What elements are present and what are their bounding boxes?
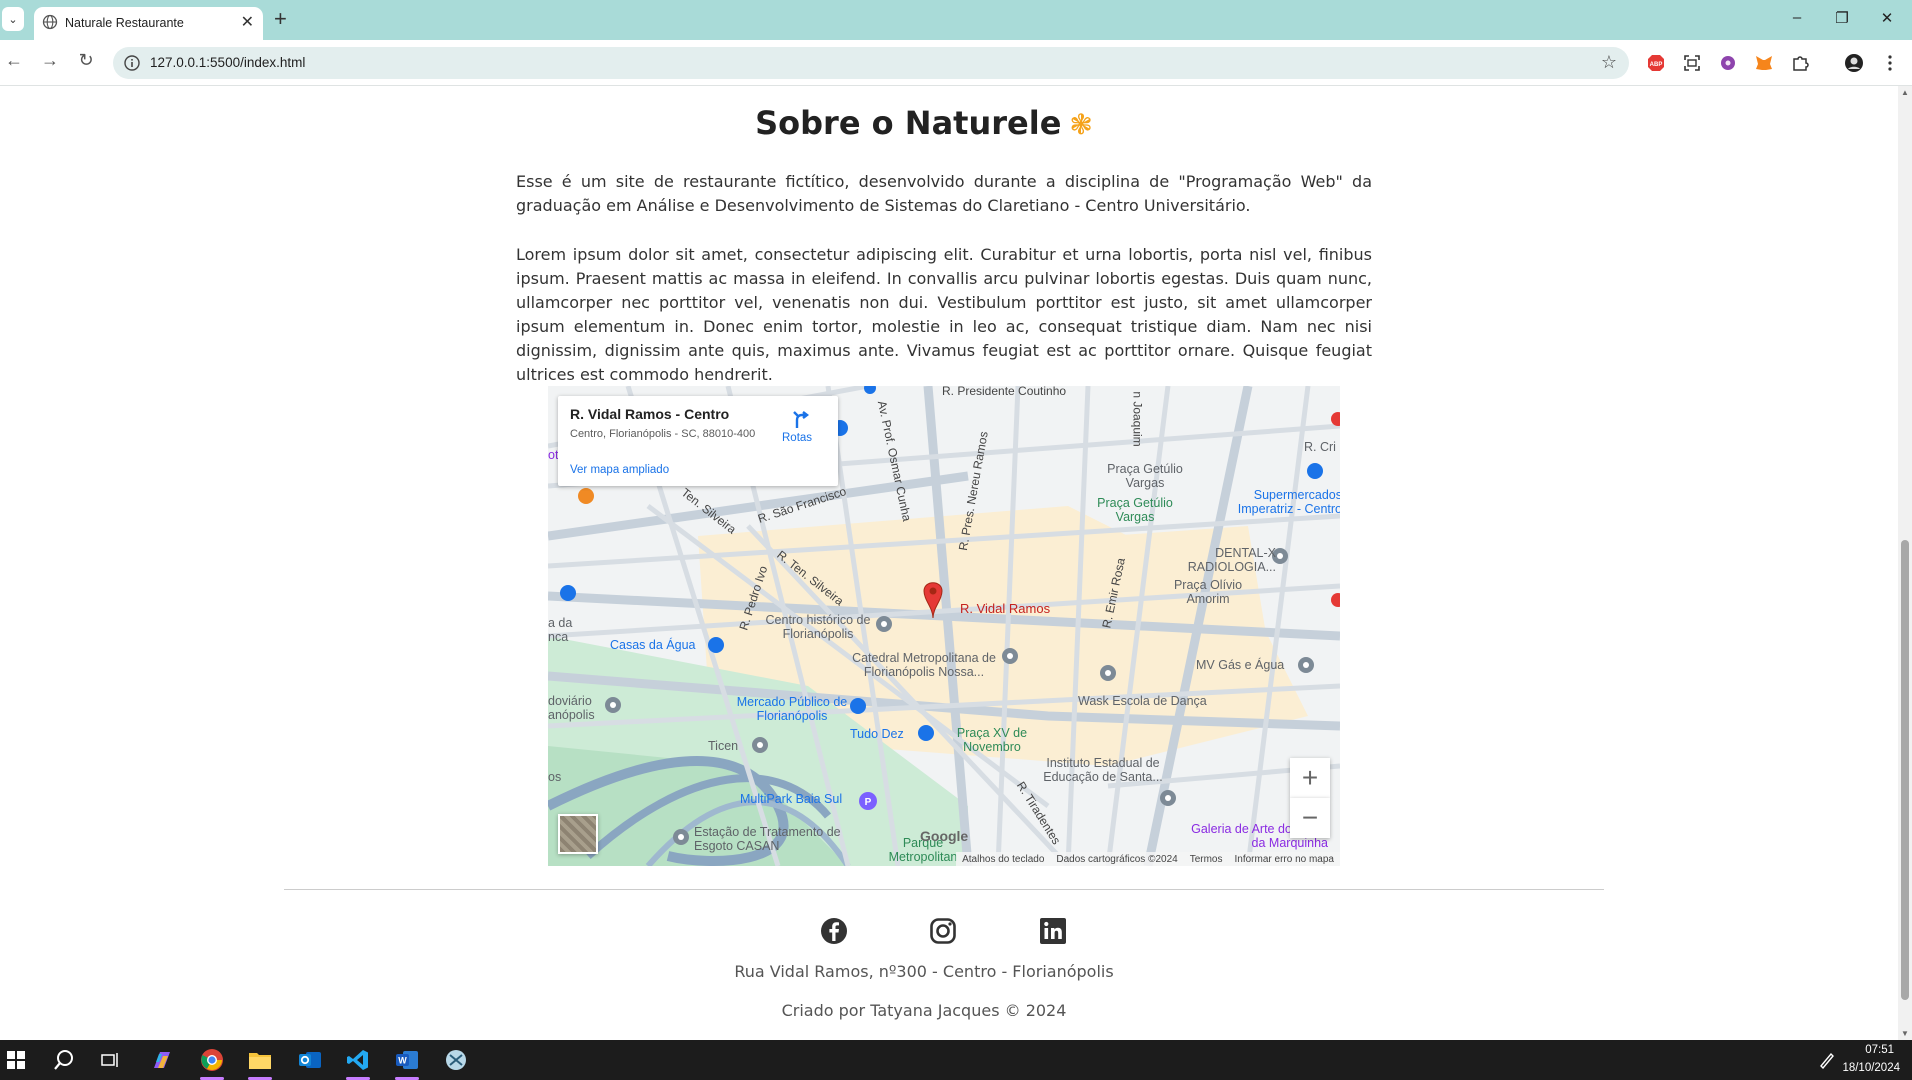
task-view-icon[interactable] xyxy=(99,1048,123,1072)
address-bar[interactable]: 127.0.0.1:5500/index.html ☆ xyxy=(113,47,1629,79)
map-label: Instituto Estadual de Educação de Santa.… xyxy=(1043,756,1163,784)
vscode-icon[interactable] xyxy=(346,1048,370,1072)
tab-search-button[interactable]: ⌄ xyxy=(2,7,24,31)
google-logo: Google xyxy=(920,828,969,844)
place-address: Centro, Florianópolis - SC, 88010-400 xyxy=(570,428,756,440)
map-label: os xyxy=(548,770,562,784)
about-section-title: Sobre o Naturele ❃ xyxy=(0,104,1848,142)
page-scrollbar[interactable]: ▲ ▼ xyxy=(1898,86,1912,1040)
place-name: R. Vidal Ramos - Centro xyxy=(570,406,730,422)
map-label: R. Presidente Coutinho xyxy=(942,386,1067,398)
scroll-up-arrow-icon[interactable]: ▲ xyxy=(1901,88,1909,97)
map-label: MultiPark Baia Sul xyxy=(740,792,843,806)
pen-icon[interactable] xyxy=(1815,1048,1839,1072)
satellite-layer-toggle[interactable] xyxy=(558,814,598,854)
instagram-icon[interactable] xyxy=(929,917,957,945)
extensions-puzzle-icon[interactable] xyxy=(1790,53,1810,73)
map-label: Ticen xyxy=(708,739,739,753)
map-attribution-bar: Atalhos do teclado Dados cartográficos ©… xyxy=(956,852,1340,866)
map-label: Tudo Dez xyxy=(850,727,904,741)
report-error-link[interactable]: Informar erro no mapa xyxy=(1235,854,1335,865)
map-label: DENTAL-X RADIOLOGIA... xyxy=(1187,546,1276,574)
close-window-button[interactable]: ✕ xyxy=(1877,9,1897,27)
restore-button[interactable]: ❐ xyxy=(1832,9,1852,27)
place-card: R. Vidal Ramos - Centro Centro, Florianó… xyxy=(558,396,838,486)
keyboard-shortcuts-link[interactable]: Atalhos do teclado xyxy=(962,854,1044,865)
facebook-icon[interactable] xyxy=(820,917,848,945)
globe-icon xyxy=(42,14,58,30)
map-label: Praça XV de Novembro xyxy=(956,726,1028,754)
scroll-thumb[interactable] xyxy=(1901,540,1909,1000)
map-label: Praça Olívio Amorim xyxy=(1173,578,1243,606)
map-label: R. Cri xyxy=(1304,440,1336,454)
zoom-out-button[interactable]: − xyxy=(1290,798,1330,838)
svg-text:W: W xyxy=(398,1056,407,1066)
file-explorer-icon[interactable] xyxy=(248,1048,272,1072)
back-button[interactable]: ← xyxy=(2,50,26,71)
map-label: Supermercados Imperatriz - Centro xyxy=(1237,488,1340,516)
windows-taskbar: W 07:51 18/10/2024 xyxy=(0,1040,1912,1080)
flower-icon: ❃ xyxy=(1069,108,1093,141)
bookmark-star-icon[interactable]: ☆ xyxy=(1601,52,1617,73)
map-label: doviário anópolis xyxy=(548,694,595,722)
map-label: n Joaquim xyxy=(1130,391,1145,447)
tab-bar: ⌄ Naturale Restaurante ✕ + – ❐ ✕ xyxy=(0,0,1912,40)
tab-title: Naturale Restaurante xyxy=(65,16,184,30)
reload-button[interactable]: ↻ xyxy=(74,50,98,71)
adblock-icon[interactable]: ABP xyxy=(1646,53,1666,73)
map-label: a da nca xyxy=(548,616,573,644)
page-viewport: Sobre o Naturele ❃ Esse é um site de rest… xyxy=(0,86,1898,1040)
about-title-text: Sobre o Naturele xyxy=(755,104,1062,142)
zoom-in-button[interactable]: + xyxy=(1290,758,1330,798)
footer-address: Rua Vidal Ramos, nº300 - Centro - Floria… xyxy=(734,962,1114,981)
map-data-credit: Dados cartográficos ©2024 xyxy=(1056,853,1178,865)
snipping-tool-icon[interactable] xyxy=(444,1048,468,1072)
svg-text:ABP: ABP xyxy=(1650,62,1663,68)
close-tab-icon[interactable]: ✕ xyxy=(241,12,254,32)
extension-flower-icon[interactable] xyxy=(1718,53,1738,73)
embedded-map[interactable]: P R. Presidente Coutinho R. São Francisc… xyxy=(548,386,1340,866)
map-label: Catedral Metropolitana de Florianópolis … xyxy=(852,651,996,679)
search-icon[interactable] xyxy=(52,1048,76,1072)
map-label: Praça Getúlio Vargas xyxy=(1097,496,1173,524)
linkedin-icon[interactable] xyxy=(1039,917,1067,945)
info-icon[interactable] xyxy=(123,54,141,72)
clock-date[interactable]: 18/10/2024 xyxy=(1842,1062,1900,1074)
outlook-icon[interactable] xyxy=(298,1048,322,1072)
chrome-icon[interactable] xyxy=(200,1048,224,1072)
map-label: Estação de Tratamento de Esgoto CASAN xyxy=(694,825,841,853)
browser-toolbar: ← → ↻ 127.0.0.1:5500/index.html ☆ ABP xyxy=(0,40,1912,86)
map-label: Casas da Água xyxy=(610,638,696,652)
footer-credit: Criado por Tatyana Jacques © 2024 xyxy=(781,1001,1067,1020)
about-paragraph-1: Esse é um site de restaurante fictítico,… xyxy=(516,172,1372,215)
copilot-icon[interactable] xyxy=(150,1048,174,1072)
svg-text:P: P xyxy=(865,797,872,808)
word-icon[interactable]: W xyxy=(395,1048,419,1072)
browser-tab[interactable]: Naturale Restaurante ✕ xyxy=(34,7,263,40)
profile-avatar[interactable] xyxy=(1844,53,1864,73)
url-text: 127.0.0.1:5500/index.html xyxy=(150,55,306,70)
metamask-fox-icon[interactable] xyxy=(1754,53,1774,73)
footer-divider xyxy=(284,889,1604,890)
screenshot-icon[interactable] xyxy=(1682,53,1702,73)
view-larger-map-link[interactable]: Ver mapa ampliado xyxy=(570,464,669,476)
browser-menu-icon[interactable] xyxy=(1880,53,1900,73)
windows-start-icon[interactable] xyxy=(4,1048,28,1072)
directions-label[interactable]: Rotas xyxy=(782,432,812,444)
map-label: ot xyxy=(548,448,559,462)
map-label: Centro histórico de Florianópolis xyxy=(765,613,871,641)
map-label: Wask Escola de Dança xyxy=(1078,694,1207,708)
map-label: Mercado Público de Florianópolis xyxy=(736,695,848,723)
new-tab-button[interactable]: + xyxy=(274,7,287,31)
directions-icon[interactable] xyxy=(790,408,812,430)
map-label: Praça Getúlio Vargas xyxy=(1107,462,1183,490)
map-marker-label: R. Vidal Ramos xyxy=(960,601,1051,616)
terms-link[interactable]: Termos xyxy=(1190,854,1223,865)
about-paragraph-2: Lorem ipsum dolor sit amet, consectetur … xyxy=(516,245,1372,384)
minimize-button[interactable]: – xyxy=(1787,9,1807,26)
clock-time[interactable]: 07:51 xyxy=(1865,1044,1894,1056)
forward-button[interactable]: → xyxy=(38,50,62,71)
scroll-down-arrow-icon[interactable]: ▼ xyxy=(1901,1029,1909,1038)
map-label: MV Gás e Água xyxy=(1196,658,1285,672)
